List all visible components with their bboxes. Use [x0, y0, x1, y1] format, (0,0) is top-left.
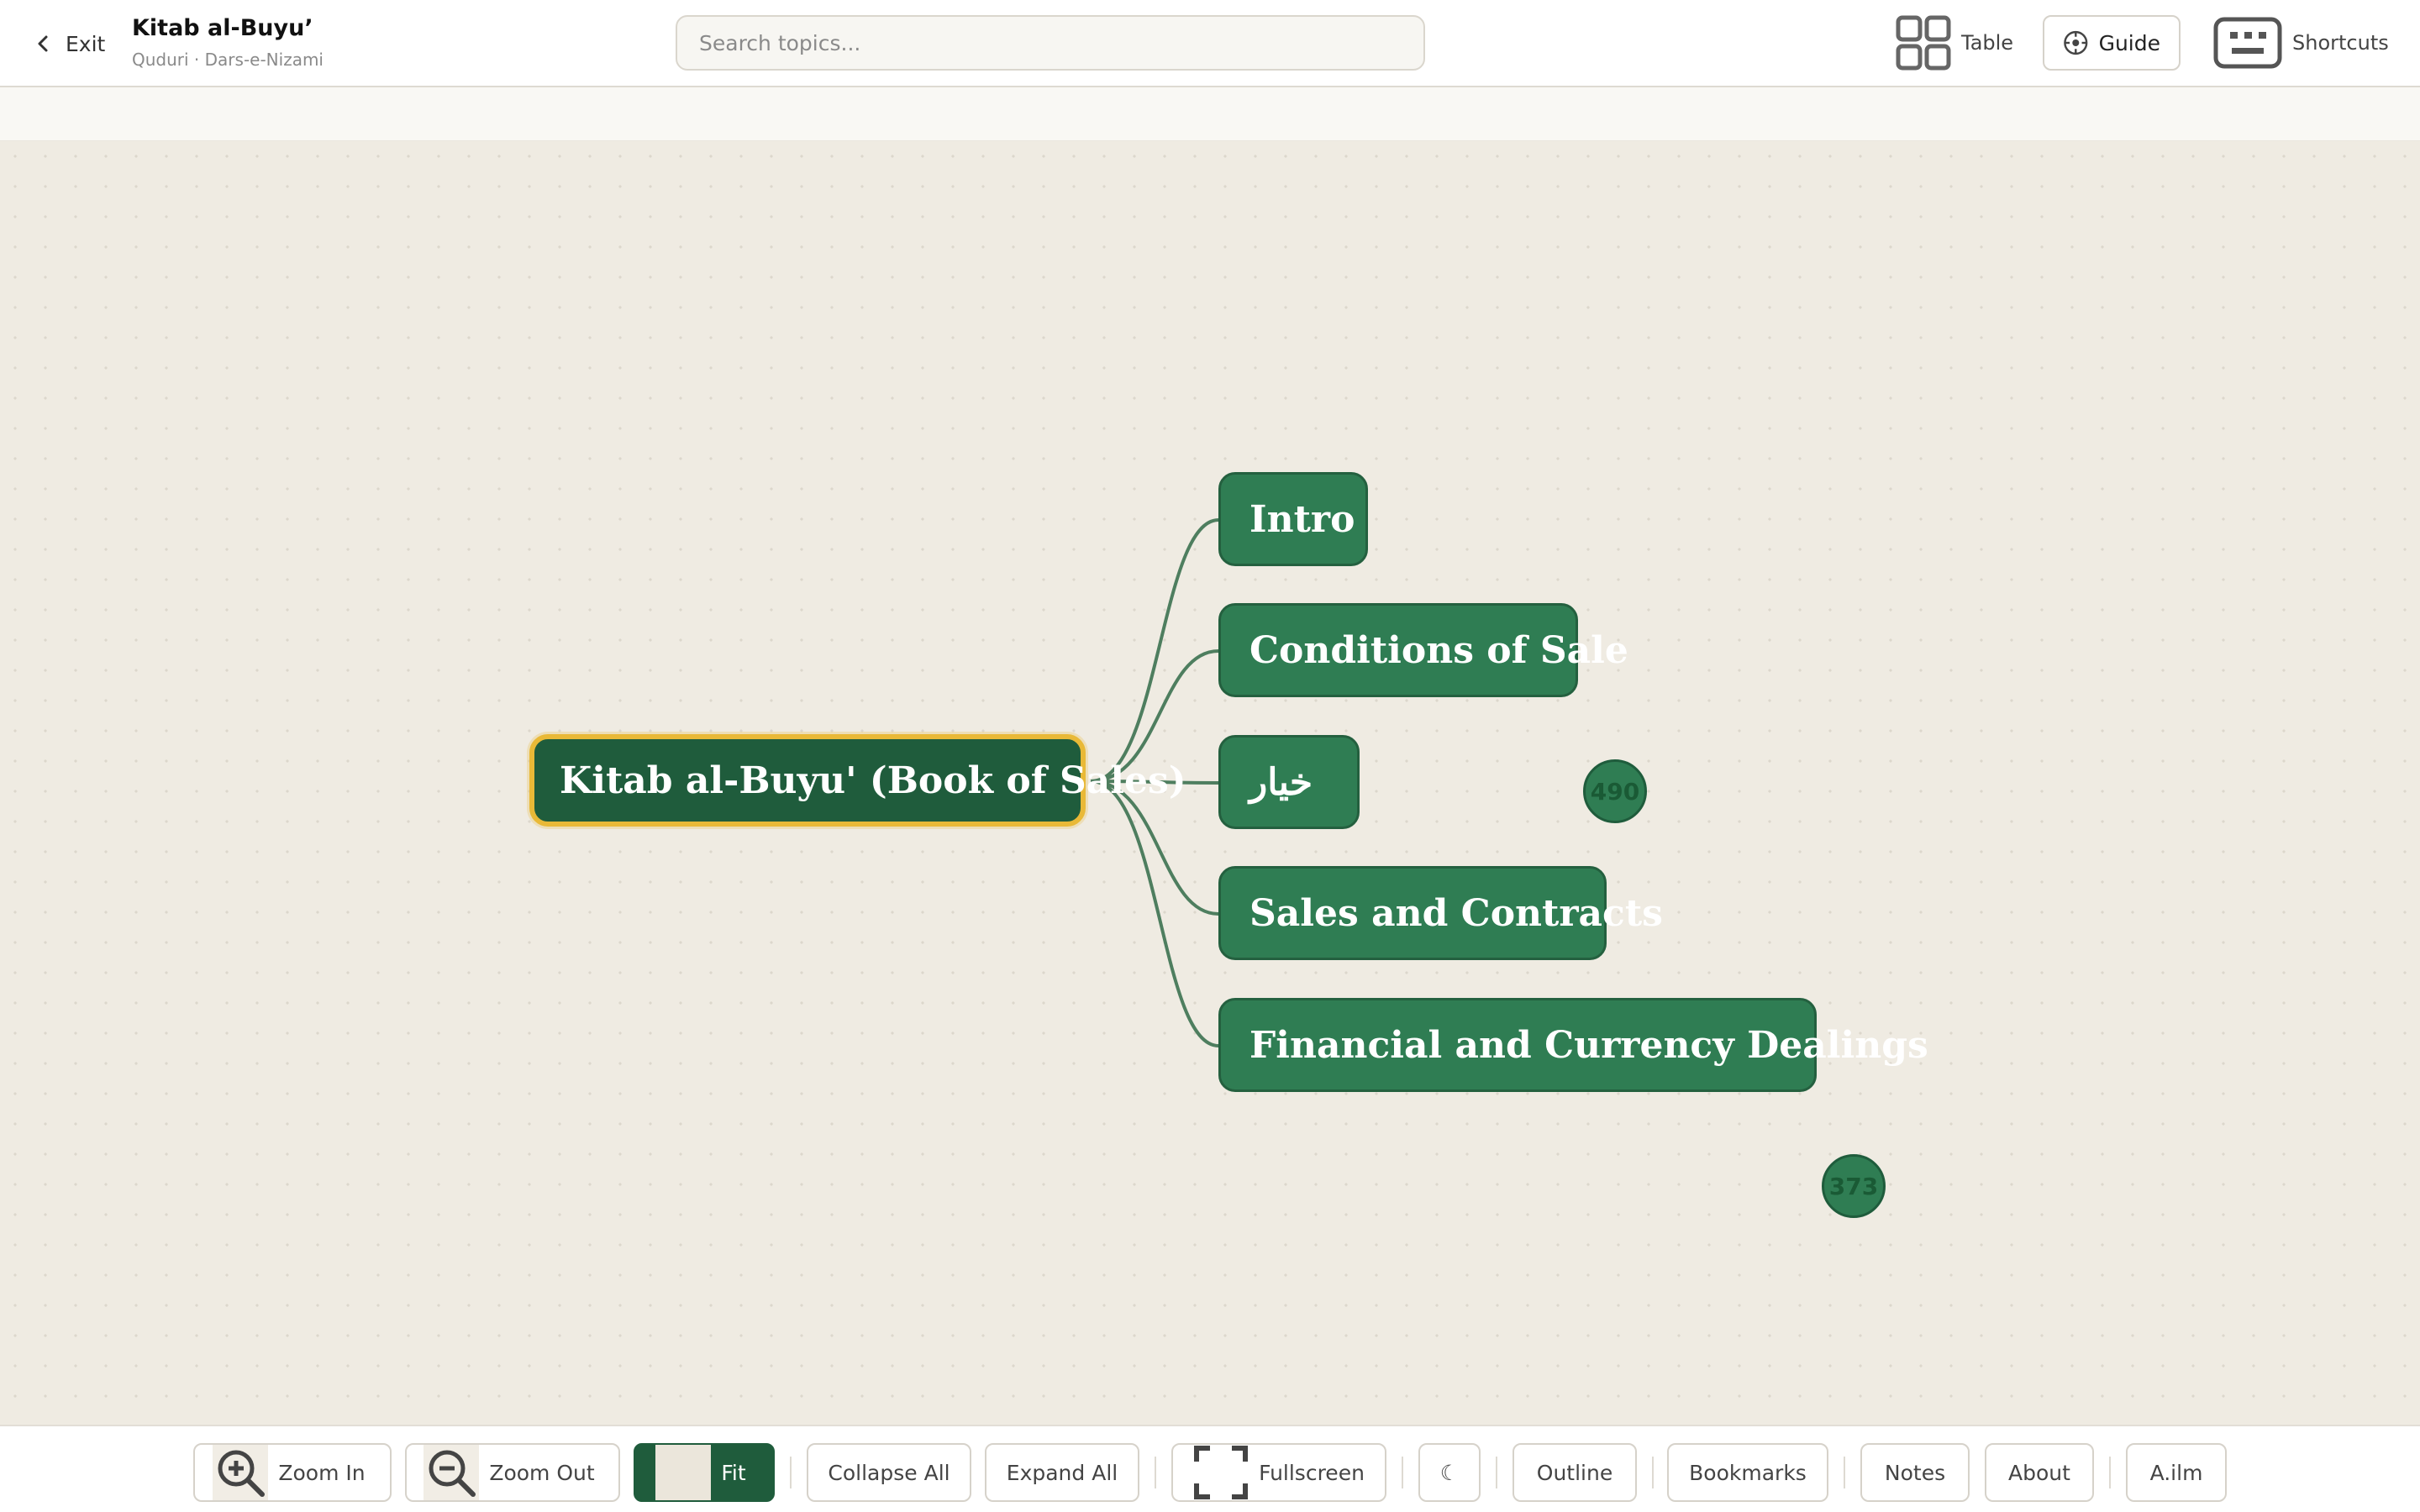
- exit-button[interactable]: Exit: [34, 25, 105, 62]
- sub-bar: [0, 87, 2420, 141]
- collapse-all-button[interactable]: Collapse All: [807, 1443, 971, 1502]
- toolbar-divider: [1496, 1457, 1497, 1488]
- fit-icon: [655, 1445, 712, 1500]
- root-node-label: Kitab al-Buyu' (Book of Sales): [560, 759, 1186, 802]
- zoom-out-icon: [424, 1445, 480, 1500]
- toolbar-divider: [1844, 1457, 1845, 1488]
- shortcuts-label: Shortcuts: [2292, 31, 2389, 55]
- node-label: Conditions of Sale: [1249, 628, 1628, 672]
- fullscreen-button[interactable]: Fullscreen: [1171, 1443, 1386, 1502]
- count-badge[interactable]: 373: [1822, 1154, 1886, 1218]
- root-node[interactable]: Kitab al-Buyu' (Book of Sales): [529, 734, 1186, 827]
- count-badge[interactable]: 490: [1583, 759, 1647, 823]
- guide-button[interactable]: Guide: [2043, 15, 2181, 71]
- title-block: Kitab al-Buyu’ Quduri · Dars-e-Nizami: [132, 13, 324, 72]
- outline-label: Outline: [1536, 1460, 1613, 1485]
- about-label: About: [2008, 1460, 2070, 1485]
- bookmarks-button[interactable]: Bookmarks: [1667, 1443, 1828, 1502]
- collapse-all-label: Collapse All: [828, 1460, 950, 1485]
- chevron-left-icon: [38, 35, 48, 52]
- node-financial-and-currency-dealings[interactable]: Financial and Currency Dealings: [1218, 998, 1928, 1092]
- outline-button[interactable]: Outline: [1512, 1443, 1637, 1502]
- compass-icon: [2064, 30, 2088, 55]
- fit-label: Fit: [721, 1460, 746, 1485]
- zoom-in-icon: [213, 1445, 269, 1500]
- connector-lines: [1090, 518, 1219, 1047]
- notes-button[interactable]: Notes: [1860, 1443, 1970, 1502]
- grid-icon: [1896, 15, 1951, 71]
- page-title: Kitab al-Buyu’: [132, 15, 313, 41]
- brand-button[interactable]: A.ilm: [2126, 1443, 2227, 1502]
- search-input[interactable]: [676, 15, 1425, 71]
- fullscreen-label: Fullscreen: [1259, 1460, 1365, 1485]
- bottom-toolbar: Zoom In Zoom Out Fit Collapse All Expand…: [0, 1425, 2420, 1512]
- node-label: Intro: [1249, 497, 1355, 541]
- top-header: Exit Kitab al-Buyu’ Quduri · Dars-e-Niza…: [0, 0, 2420, 87]
- zoom-in-label: Zoom In: [278, 1460, 366, 1485]
- connector-intro: [1090, 518, 1219, 783]
- fullscreen-icon: [1194, 1446, 1249, 1499]
- moon-icon: ☾: [1439, 1460, 1460, 1485]
- zoom-out-button[interactable]: Zoom Out: [405, 1443, 620, 1502]
- shortcuts-button[interactable]: Shortcuts: [2213, 15, 2389, 71]
- bookmarks-label: Bookmarks: [1689, 1460, 1807, 1485]
- exit-label: Exit: [66, 31, 106, 56]
- expand-all-button[interactable]: Expand All: [985, 1443, 1139, 1502]
- table-label: Table: [1961, 31, 2014, 55]
- toolbar-divider: [1402, 1457, 1403, 1488]
- node-label: Sales and Contracts: [1249, 891, 1663, 935]
- node-khiyar[interactable]: خيار: [1218, 735, 1360, 829]
- fit-button[interactable]: Fit: [634, 1443, 775, 1502]
- page-subtitle: Quduri · Dars-e-Nizami: [132, 50, 324, 70]
- node-label: Financial and Currency Dealings: [1249, 1023, 1928, 1067]
- toolbar-divider: [1652, 1457, 1654, 1488]
- connector-financial: [1090, 780, 1219, 1047]
- node-intro[interactable]: Intro: [1218, 472, 1368, 566]
- mindmap-canvas[interactable]: Kitab al-Buyu' (Book of Sales) Intro 91 …: [0, 141, 2420, 1425]
- notes-label: Notes: [1884, 1460, 1946, 1485]
- toolbar-divider: [790, 1457, 792, 1488]
- zoom-in-button[interactable]: Zoom In: [193, 1443, 392, 1502]
- theme-toggle-button[interactable]: ☾: [1418, 1443, 1481, 1502]
- guide-label: Guide: [2098, 30, 2160, 55]
- brand-label: A.ilm: [2149, 1460, 2203, 1485]
- expand-all-label: Expand All: [1006, 1460, 1118, 1485]
- node-sales-and-contracts[interactable]: Sales and Contracts: [1218, 866, 1663, 960]
- node-conditions-of-sale[interactable]: Conditions of Sale: [1218, 603, 1628, 697]
- toolbar-divider: [2109, 1457, 2111, 1488]
- toolbar-divider: [1155, 1457, 1156, 1488]
- node-label: خيار: [1249, 760, 1313, 804]
- about-button[interactable]: About: [1985, 1443, 2094, 1502]
- zoom-out-label: Zoom Out: [489, 1460, 595, 1485]
- keyboard-icon: [2213, 17, 2282, 69]
- table-button[interactable]: Table: [1896, 15, 2013, 71]
